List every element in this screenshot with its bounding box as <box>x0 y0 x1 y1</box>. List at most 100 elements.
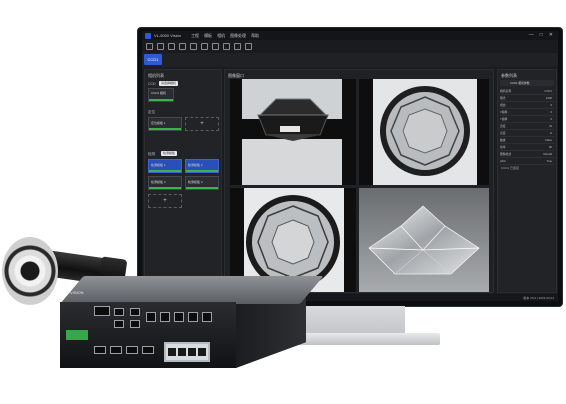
menu-item-help[interactable]: 帮助 <box>251 33 259 39</box>
detect-card-label: 检测模板 2 <box>188 163 203 167</box>
param-row[interactable]: 宽度 W <box>500 123 554 130</box>
param-label: Y偏移 <box>500 117 508 121</box>
run-icon[interactable] <box>190 43 197 50</box>
param-label: 相机名称 <box>500 89 512 93</box>
status-right: 版本 V5.0 | 2023-03-01 <box>523 296 554 300</box>
usb-port <box>114 320 124 328</box>
open-folder-icon[interactable] <box>157 43 164 50</box>
lan-port <box>188 312 198 322</box>
detect-template-card[interactable]: 检测模板 2 <box>185 159 219 173</box>
lan-port <box>202 312 212 322</box>
param-row[interactable]: 触发 False <box>500 137 554 144</box>
param-value: CCD1 <box>544 89 552 93</box>
controller-brand-label: VISION <box>70 290 84 295</box>
detect-template-card[interactable]: 检测模板 1 <box>148 159 182 173</box>
controller-front-panel <box>60 302 236 368</box>
ring-light <box>2 237 58 305</box>
list-icon[interactable] <box>234 43 241 50</box>
image-icon[interactable] <box>201 43 208 50</box>
app-window: VL-5000 Vision 工程 模板 相机 图像处理 帮助 — □ ✕ CC… <box>142 31 558 301</box>
detect-card-label: 检测模板 3 <box>151 180 166 184</box>
parameter-panel: 参数列表 CCD1 相机参数 相机名称 CCD1 曝光 1000 增益 0 X偏移 0 … <box>497 69 557 293</box>
param-row[interactable]: ADC True <box>500 158 554 165</box>
param-value: H <box>549 131 552 135</box>
param-row[interactable]: 增益 0 <box>500 102 554 109</box>
param-row[interactable]: X偏移 0 <box>500 109 554 116</box>
poe-port <box>178 348 186 356</box>
position-template-card[interactable]: 定位模板 1 <box>148 117 182 131</box>
camera-card[interactable]: CCD1 相机 <box>148 88 174 102</box>
lan-port <box>174 312 184 322</box>
monitor-stand <box>305 306 405 334</box>
maximize-icon[interactable]: □ <box>540 33 543 38</box>
image-view-2[interactable] <box>359 79 489 185</box>
detect-template-card[interactable]: 检测模板 3 <box>148 176 182 190</box>
param-label: 帧率 <box>500 145 506 149</box>
image-view-4[interactable] <box>359 188 489 292</box>
settings-icon[interactable] <box>223 43 230 50</box>
menu-item-camera[interactable]: 相机 <box>217 33 225 39</box>
chart-icon[interactable] <box>245 43 252 50</box>
gem-crown-image <box>230 79 356 185</box>
param-value: W <box>549 124 552 128</box>
camera-status-bar <box>149 99 173 101</box>
param-value: 1000 <box>545 96 552 100</box>
menu-item-project[interactable]: 工程 <box>191 33 199 39</box>
position-status-bar <box>149 128 181 130</box>
add-detect-button[interactable]: + <box>148 194 182 208</box>
app-logo-icon <box>145 32 151 39</box>
poe-port-block <box>164 342 210 362</box>
new-file-icon[interactable] <box>146 43 153 50</box>
grid-icon[interactable] <box>212 43 219 50</box>
menu-bar: 工程 模板 相机 图像处理 帮助 <box>191 33 259 39</box>
tab-ccd1[interactable]: CCD1 <box>144 54 162 65</box>
parameter-panel-title: 参数列表 <box>501 73 517 78</box>
camera-icon[interactable] <box>179 43 186 50</box>
param-row[interactable]: 高度 H <box>500 130 554 137</box>
minimize-icon[interactable]: — <box>529 33 534 38</box>
detect-template-card[interactable]: 检测模板 4 <box>185 176 219 190</box>
param-row[interactable]: 帧率 30 <box>500 144 554 151</box>
param-label: 宽度 <box>500 124 506 128</box>
vga-port <box>94 306 110 316</box>
section-label-ccd: CCD <box>148 82 156 86</box>
camera-list-panel: 相机列表 CCD 请选择相机 CCD1 相机 定位 定位模板 1 + 检测 检测… <box>144 69 222 293</box>
param-row[interactable]: 图像格式 Mono8 <box>500 151 554 158</box>
param-label: 高度 <box>500 131 506 135</box>
param-label: 增益 <box>500 103 506 107</box>
menu-item-template[interactable]: 模板 <box>204 33 212 39</box>
detect-status-bar <box>186 170 218 172</box>
section-label-position: 定位 <box>148 110 155 114</box>
param-row[interactable]: 相机名称 CCD1 <box>500 88 554 95</box>
param-value: Mono8 <box>543 152 552 156</box>
title-bar: VL-5000 Vision 工程 模板 相机 图像处理 帮助 — □ ✕ <box>142 31 558 40</box>
save-icon[interactable] <box>168 43 175 50</box>
lan-port <box>146 312 156 322</box>
param-label: ADC <box>500 159 506 163</box>
close-icon[interactable]: ✕ <box>549 33 553 38</box>
param-value: True <box>546 159 552 163</box>
param-label: 曝光 <box>500 96 506 100</box>
param-value: 0 <box>550 103 552 107</box>
param-label: 图像格式 <box>500 152 512 156</box>
add-position-button[interactable]: + <box>185 117 219 131</box>
detect-card-label: 检测模板 4 <box>188 180 203 184</box>
param-row[interactable]: Y偏移 0 <box>500 116 554 123</box>
image-view-1[interactable] <box>230 79 356 185</box>
tab-bar: CCD1 <box>142 53 558 67</box>
detect-status-bar <box>149 187 181 189</box>
gem-top-image <box>359 79 489 185</box>
parameter-sub-header: CCD1 相机参数 <box>500 80 554 86</box>
detect-card-label: 检测模板 1 <box>151 163 166 167</box>
position-card-label: 定位模板 1 <box>151 121 166 125</box>
param-row[interactable]: 曝光 1000 <box>500 95 554 102</box>
detect-status-bar <box>149 170 181 172</box>
toolbar <box>142 40 558 53</box>
window-controls: — □ ✕ <box>529 33 553 38</box>
camera-card-label: CCD1 相机 <box>151 91 167 95</box>
usb-port <box>130 320 140 328</box>
menu-item-image[interactable]: 图像处理 <box>230 33 246 39</box>
parameter-sub-header-label: CCD1 相机参数 <box>510 81 530 85</box>
usb-port <box>114 308 124 316</box>
controller-top-panel <box>60 276 324 304</box>
